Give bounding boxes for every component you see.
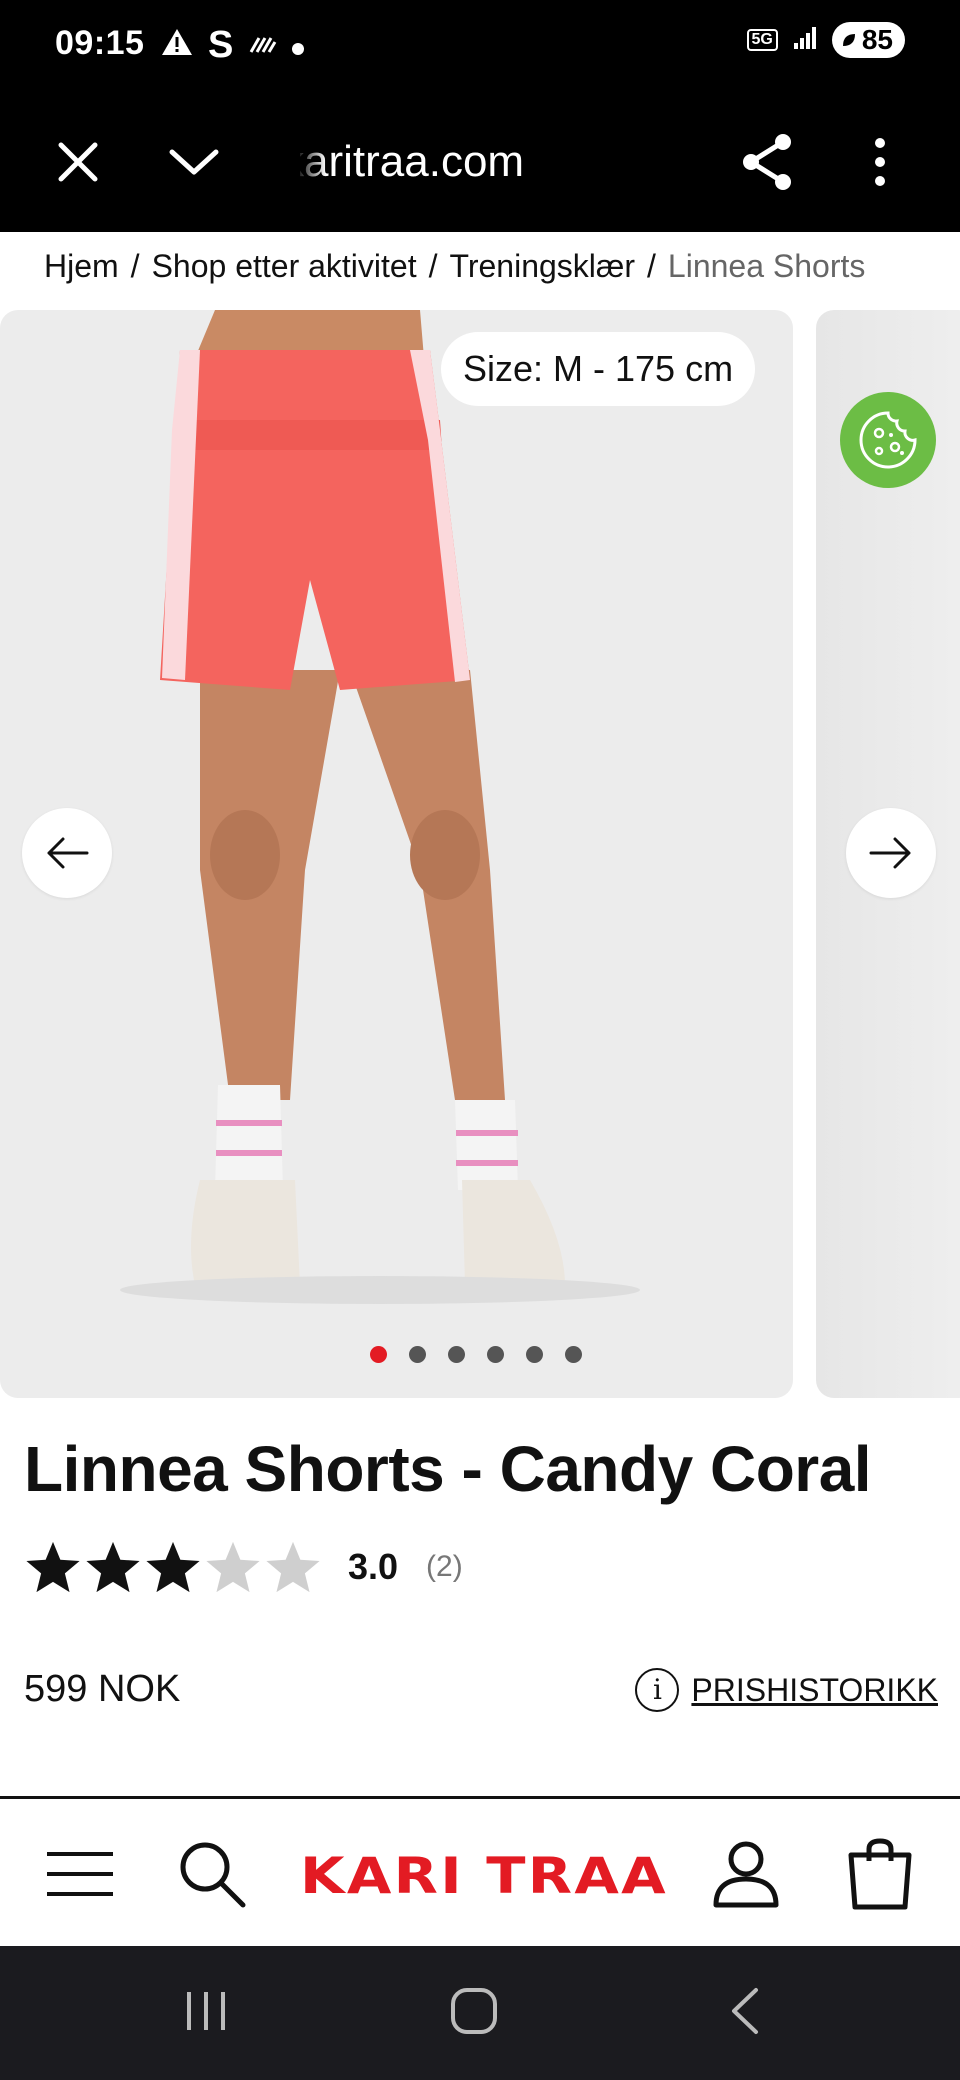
breadcrumb: Hjem / Shop etter aktivitet / Treningskl… bbox=[44, 248, 865, 285]
size-tag: Size: M - 175 cm bbox=[441, 332, 756, 406]
cart-button[interactable] bbox=[838, 1829, 922, 1919]
back-icon bbox=[732, 1988, 758, 2034]
previous-image-button[interactable] bbox=[22, 808, 112, 898]
breadcrumb-separator: / bbox=[130, 248, 140, 284]
breadcrumb-category[interactable]: Treningsklær bbox=[449, 248, 635, 285]
share-button[interactable] bbox=[727, 122, 807, 202]
browser-menu-button[interactable] bbox=[840, 122, 920, 202]
review-count[interactable]: (2) bbox=[426, 1550, 463, 1584]
kari-traa-logo[interactable]: KARI TRAA bbox=[300, 1847, 668, 1905]
share-icon bbox=[743, 134, 791, 190]
recent-apps-button[interactable] bbox=[166, 1976, 246, 2046]
signal-bars-icon bbox=[792, 25, 818, 56]
breadcrumb-current: Linnea Shorts bbox=[667, 248, 866, 284]
pagination-dot[interactable] bbox=[448, 1346, 465, 1363]
info-icon: i bbox=[635, 1668, 680, 1712]
home-icon bbox=[451, 1988, 497, 2034]
search-button[interactable] bbox=[170, 1829, 254, 1919]
status-left-icons: S bbox=[160, 24, 305, 67]
price-history-link[interactable]: i PRISHISTORIKK bbox=[635, 1668, 938, 1712]
pagination-dot[interactable] bbox=[370, 1346, 387, 1363]
status-time: 09:15 bbox=[55, 24, 145, 62]
star-empty-icon bbox=[266, 1541, 320, 1593]
warning-icon bbox=[160, 27, 194, 65]
battery-level: 85 bbox=[861, 24, 893, 55]
product-photo-illustration bbox=[120, 310, 640, 1304]
tabs-dropdown-button[interactable] bbox=[154, 122, 234, 202]
url-fade bbox=[296, 122, 326, 202]
pagination-dot[interactable] bbox=[409, 1346, 426, 1363]
recent-apps-icon bbox=[187, 1992, 225, 2030]
battery-saver-icon bbox=[842, 34, 855, 46]
price-history-label: PRISHISTORIKK bbox=[691, 1671, 938, 1708]
battery-indicator: 85 bbox=[831, 22, 905, 58]
star-filled-icon bbox=[146, 1541, 200, 1593]
browser-toolbar: karitraa.com bbox=[0, 92, 960, 232]
arrow-left-icon bbox=[47, 837, 89, 869]
cart-icon bbox=[848, 1838, 912, 1910]
menu-button[interactable] bbox=[38, 1829, 122, 1919]
star-empty-icon bbox=[206, 1541, 260, 1593]
gallery-pagination bbox=[370, 1346, 582, 1363]
product-price: 599 NOK bbox=[24, 1668, 181, 1710]
account-button[interactable] bbox=[704, 1829, 788, 1919]
menu-icon bbox=[47, 1852, 113, 1896]
product-image[interactable] bbox=[0, 310, 793, 1398]
system-navigation-bar bbox=[0, 1946, 960, 2080]
url-display[interactable]: karitraa.com bbox=[300, 122, 600, 202]
network-type: 5G bbox=[746, 29, 778, 51]
rating-stars bbox=[24, 1538, 322, 1596]
breadcrumb-separator: / bbox=[647, 248, 656, 284]
chevron-down-icon bbox=[169, 149, 219, 175]
pagination-dot[interactable] bbox=[487, 1346, 504, 1363]
cookie-settings-button[interactable] bbox=[840, 392, 936, 488]
site-bottom-nav: KARI TRAA bbox=[0, 1796, 960, 1946]
dot-icon bbox=[291, 27, 305, 64]
cookie-icon bbox=[859, 411, 917, 469]
status-right-icons: 5G 85 bbox=[746, 22, 905, 58]
search-icon bbox=[180, 1842, 246, 1908]
breadcrumb-separator: / bbox=[428, 248, 438, 284]
product-rating[interactable]: 3.0 (2) bbox=[24, 1538, 463, 1596]
pagination-dot[interactable] bbox=[526, 1346, 543, 1363]
next-image-button[interactable] bbox=[846, 808, 936, 898]
account-icon bbox=[713, 1841, 779, 1908]
close-tab-button[interactable] bbox=[38, 122, 118, 202]
arrow-right-icon bbox=[869, 837, 911, 869]
home-button[interactable] bbox=[434, 1976, 514, 2046]
product-title: Linnea Shorts - Candy Coral bbox=[24, 1433, 872, 1505]
status-bar: 09:15 S 5G 85 bbox=[0, 0, 960, 92]
more-vert-icon bbox=[875, 138, 885, 186]
pagination-dot[interactable] bbox=[565, 1346, 582, 1363]
signal-strength-icon bbox=[247, 27, 277, 64]
breadcrumb-activity[interactable]: Shop etter aktivitet bbox=[152, 248, 417, 285]
breadcrumb-home[interactable]: Hjem bbox=[44, 248, 119, 285]
star-filled-icon bbox=[86, 1541, 140, 1593]
s-icon: S bbox=[208, 24, 234, 66]
product-gallery[interactable]: Size: M - 175 cm bbox=[0, 310, 960, 1398]
rating-score: 3.0 bbox=[348, 1546, 399, 1587]
back-button[interactable] bbox=[706, 1976, 786, 2046]
star-filled-icon bbox=[26, 1541, 80, 1593]
close-icon bbox=[58, 142, 98, 182]
